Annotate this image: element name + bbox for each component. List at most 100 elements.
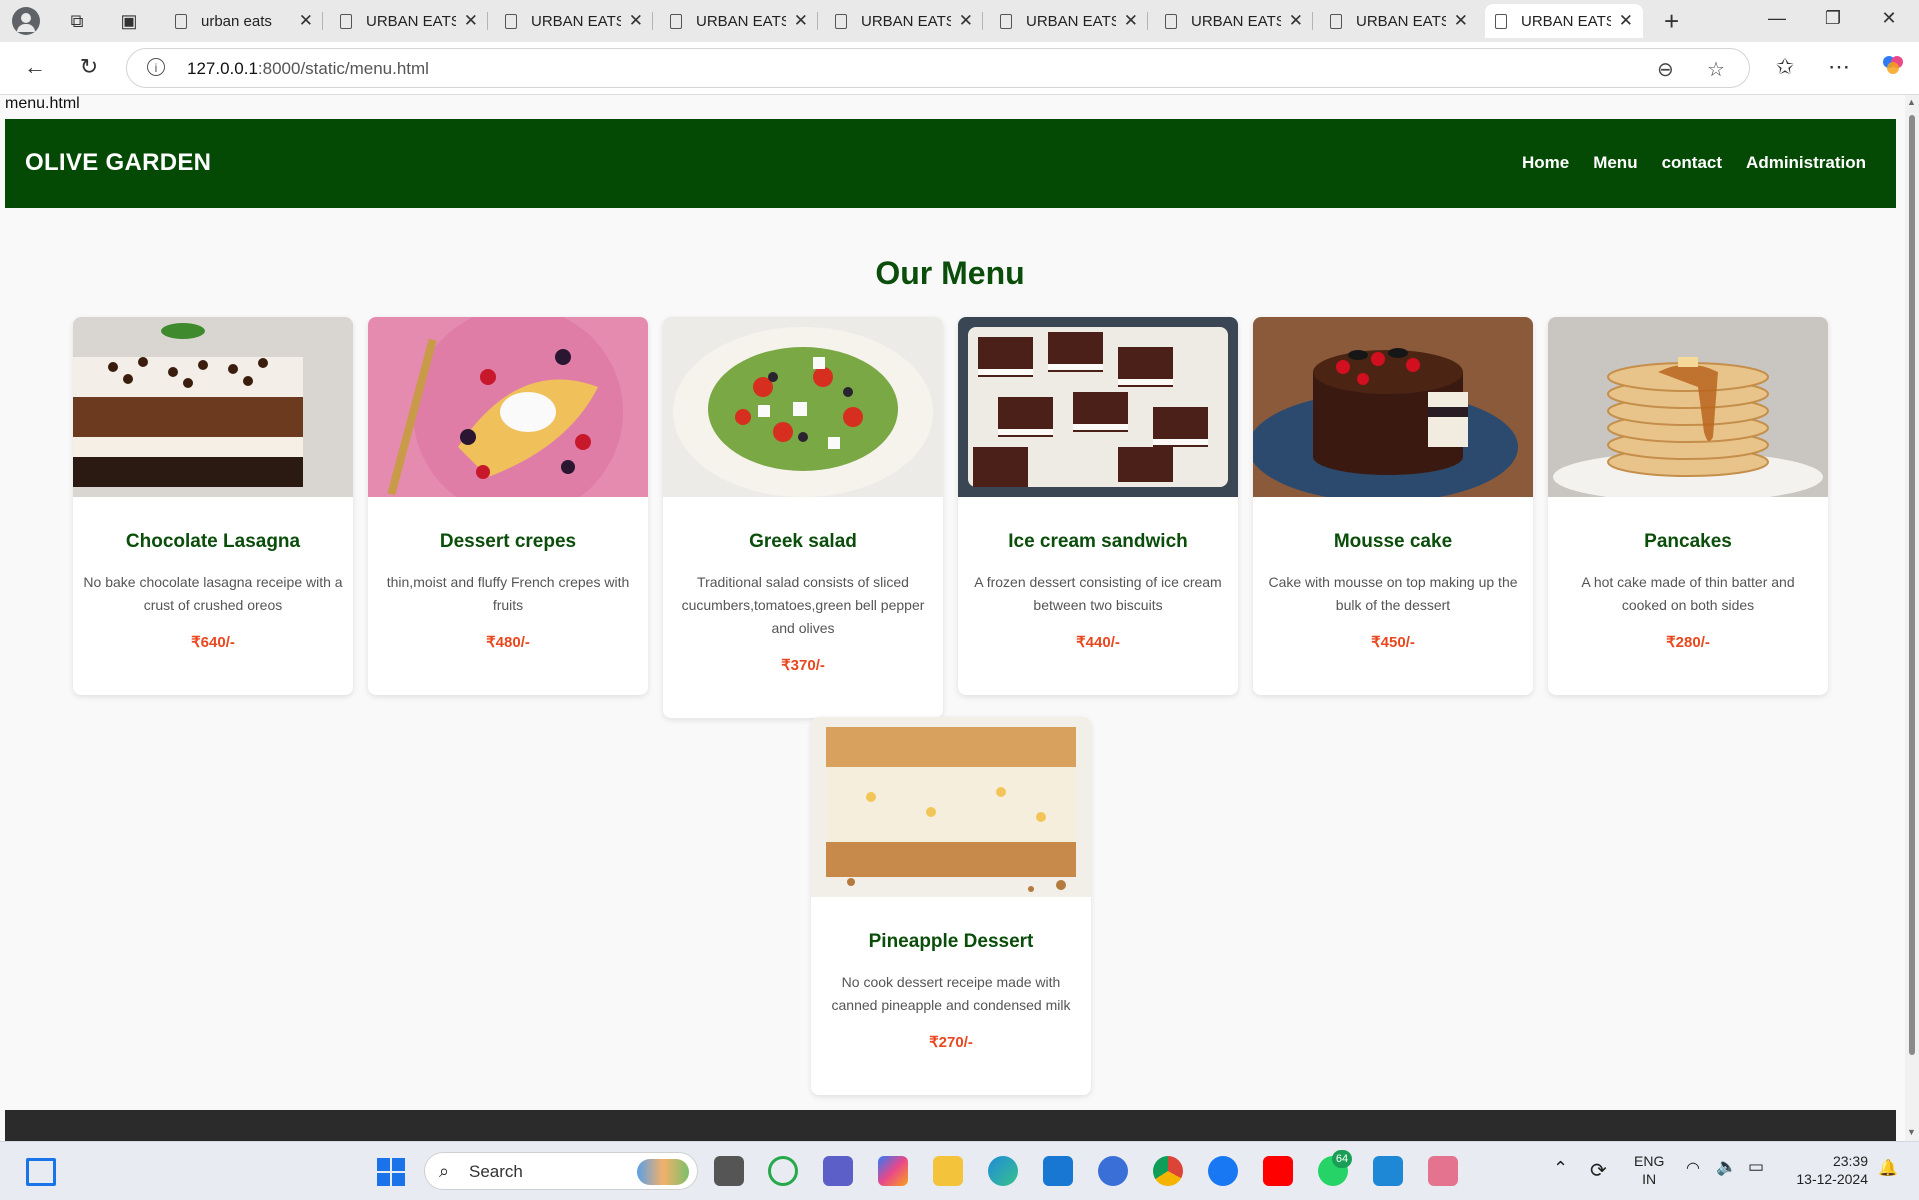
tab-title: urban eats bbox=[201, 12, 272, 30]
page-icon bbox=[835, 13, 847, 29]
dessert-crepes-photo bbox=[368, 317, 648, 497]
sync-icon[interactable]: ⟳ bbox=[1590, 1158, 1607, 1183]
browser-tab[interactable]: URBAN EATS ✕ bbox=[495, 4, 653, 38]
close-tab-icon[interactable]: ✕ bbox=[464, 11, 478, 31]
item-description: Traditional salad consists of sliced cuc… bbox=[681, 574, 925, 636]
browser-tab[interactable]: urban eats ✕ bbox=[165, 4, 323, 38]
photos-icon[interactable] bbox=[1428, 1156, 1458, 1186]
close-tab-icon[interactable]: ✕ bbox=[629, 11, 643, 31]
back-icon[interactable]: ← bbox=[20, 54, 50, 80]
mousse-cake-photo bbox=[1253, 317, 1533, 497]
tab-title: URBAN EATS bbox=[696, 12, 786, 30]
notifications-icon[interactable]: 🔔 bbox=[1878, 1158, 1898, 1178]
browser-tab[interactable]: URBAN EATS ✕ bbox=[990, 4, 1148, 38]
menu-card[interactable]: Greek salad Traditional salad consists o… bbox=[663, 317, 943, 718]
page-scrollbar[interactable]: ▲ ▼ bbox=[1905, 95, 1919, 1141]
close-tab-icon[interactable]: ✕ bbox=[1124, 11, 1138, 31]
taskbar-search[interactable]: ⌕ Search bbox=[424, 1152, 698, 1190]
workspaces-icon[interactable]: ⧉ bbox=[66, 10, 88, 32]
nav-home[interactable]: Home bbox=[1522, 153, 1569, 173]
tab-title: URBAN EATS bbox=[1026, 12, 1116, 30]
nav-menu[interactable]: Menu bbox=[1593, 153, 1637, 173]
item-price: ₹480/- bbox=[486, 634, 530, 651]
browser-tab[interactable]: URBAN EATS ✕ bbox=[660, 4, 818, 38]
nav-contact[interactable]: contact bbox=[1662, 153, 1722, 173]
browser-tab[interactable]: URBAN EATS ✕ bbox=[1320, 4, 1478, 38]
store-icon[interactable] bbox=[1043, 1156, 1073, 1186]
refresh-icon[interactable]: ↻ bbox=[74, 54, 104, 80]
site-header: OLIVE GARDEN Home Menu contact Administr… bbox=[5, 119, 1896, 208]
vscode-icon[interactable] bbox=[1373, 1156, 1403, 1186]
tab-actions-icon[interactable]: ▣ bbox=[118, 10, 140, 32]
volume-icon[interactable]: 🔈 bbox=[1716, 1157, 1737, 1177]
zoom-icon[interactable]: ⊖ bbox=[1657, 57, 1674, 82]
tab-title: URBAN EATS bbox=[861, 12, 951, 30]
item-price: ₹640/- bbox=[191, 634, 235, 651]
edge-icon[interactable] bbox=[988, 1156, 1018, 1186]
scroll-down-icon[interactable]: ▼ bbox=[1907, 1127, 1916, 1137]
browser-tab[interactable]: URBAN EATS ✕ bbox=[330, 4, 488, 38]
tab-title: URBAN EATS bbox=[1521, 12, 1611, 30]
copilot-ring-icon[interactable] bbox=[768, 1156, 798, 1186]
brand-logo[interactable]: OLIVE GARDEN bbox=[25, 149, 211, 177]
language-indicator[interactable]: ENG IN bbox=[1634, 1152, 1664, 1188]
page-title: Our Menu bbox=[875, 255, 1025, 291]
widgets-icon[interactable] bbox=[26, 1158, 56, 1186]
menu-card[interactable]: Dessert crepes thin,moist and fluffy Fre… bbox=[368, 317, 648, 695]
more-menu-icon[interactable]: ⋯ bbox=[1824, 54, 1854, 80]
menu-card[interactable]: Pineapple Dessert No cook dessert receip… bbox=[811, 717, 1091, 1095]
chrome-icon[interactable] bbox=[1153, 1156, 1183, 1186]
nav-administration[interactable]: Administration bbox=[1746, 153, 1866, 173]
tab-title: URBAN EATS bbox=[366, 12, 456, 30]
region-code: IN bbox=[1642, 1171, 1657, 1187]
page-icon bbox=[1495, 13, 1507, 29]
browser-tab-active[interactable]: URBAN EATS ✕ bbox=[1485, 4, 1643, 38]
item-price: ₹450/- bbox=[1371, 634, 1415, 651]
copilot-icon[interactable] bbox=[1878, 52, 1908, 82]
menu-card[interactable]: Pancakes A hot cake made of thin batter … bbox=[1548, 317, 1828, 695]
close-tab-icon[interactable]: ✕ bbox=[959, 11, 973, 31]
browser-tab-strip: ⧉ ▣ urban eats ✕ URBAN EATS ✕ URBAN EATS… bbox=[0, 0, 1919, 42]
close-window-icon[interactable]: ✕ bbox=[1874, 8, 1904, 29]
whatsapp-badge: 64 bbox=[1332, 1150, 1352, 1168]
task-view-icon[interactable] bbox=[714, 1156, 744, 1186]
profile-avatar-icon[interactable] bbox=[12, 7, 40, 35]
restore-icon[interactable]: ❐ bbox=[1818, 8, 1848, 29]
show-hidden-icons[interactable]: ⌃ bbox=[1553, 1158, 1568, 1179]
youtube-icon[interactable] bbox=[1263, 1156, 1293, 1186]
close-tab-icon[interactable]: ✕ bbox=[299, 11, 313, 31]
proton-vpn-icon[interactable] bbox=[1098, 1156, 1128, 1186]
page-icon bbox=[1165, 13, 1177, 29]
close-tab-icon[interactable]: ✕ bbox=[1619, 11, 1633, 31]
facebook-icon[interactable] bbox=[1208, 1156, 1238, 1186]
scroll-up-icon[interactable]: ▲ bbox=[1907, 97, 1916, 107]
clock-time: 23:39 bbox=[1832, 1153, 1868, 1169]
page-viewport: menu.html OLIVE GARDEN Home Menu contact… bbox=[0, 95, 1905, 1141]
windows-taskbar: ⌕ Search 64 ⌃ ⟳ ENG IN ◠ 🔈 ▭ 23:39 13-12… bbox=[0, 1141, 1919, 1200]
copilot-app-icon[interactable] bbox=[878, 1156, 908, 1186]
minimize-icon[interactable]: — bbox=[1762, 8, 1792, 29]
menu-card[interactable]: Ice cream sandwich A frozen dessert cons… bbox=[958, 317, 1238, 695]
wifi-icon[interactable]: ◠ bbox=[1686, 1158, 1700, 1178]
menu-card[interactable]: Chocolate Lasagna No bake chocolate lasa… bbox=[73, 317, 353, 695]
menu-card[interactable]: Mousse cake Cake with mousse on top maki… bbox=[1253, 317, 1533, 695]
favorite-star-icon[interactable]: ☆ bbox=[1707, 57, 1725, 82]
scroll-thumb[interactable] bbox=[1909, 115, 1915, 1055]
battery-icon[interactable]: ▭ bbox=[1748, 1157, 1764, 1177]
address-bar[interactable]: i 127.0.0.1:8000/static/menu.html ⊖ ☆ bbox=[126, 48, 1750, 88]
browser-tab[interactable]: URBAN EATS ✕ bbox=[1155, 4, 1313, 38]
favorites-icon[interactable]: ✩ bbox=[1770, 54, 1800, 80]
clock[interactable]: 23:39 13-12-2024 bbox=[1780, 1152, 1868, 1188]
close-tab-icon[interactable]: ✕ bbox=[1289, 11, 1303, 31]
browser-tab[interactable]: URBAN EATS ✕ bbox=[825, 4, 983, 38]
chocolate-lasagna-photo bbox=[73, 317, 353, 497]
file-explorer-icon[interactable] bbox=[933, 1156, 963, 1186]
start-icon[interactable] bbox=[377, 1158, 407, 1188]
close-tab-icon[interactable]: ✕ bbox=[794, 11, 808, 31]
close-tab-icon[interactable]: ✕ bbox=[1454, 11, 1468, 31]
teams-icon[interactable] bbox=[823, 1156, 853, 1186]
search-label: Search bbox=[469, 1162, 523, 1181]
item-description: No cook dessert receipe made with canned… bbox=[831, 974, 1071, 1013]
site-info-icon[interactable]: i bbox=[147, 58, 165, 76]
new-tab-icon[interactable]: + bbox=[1664, 6, 1679, 37]
